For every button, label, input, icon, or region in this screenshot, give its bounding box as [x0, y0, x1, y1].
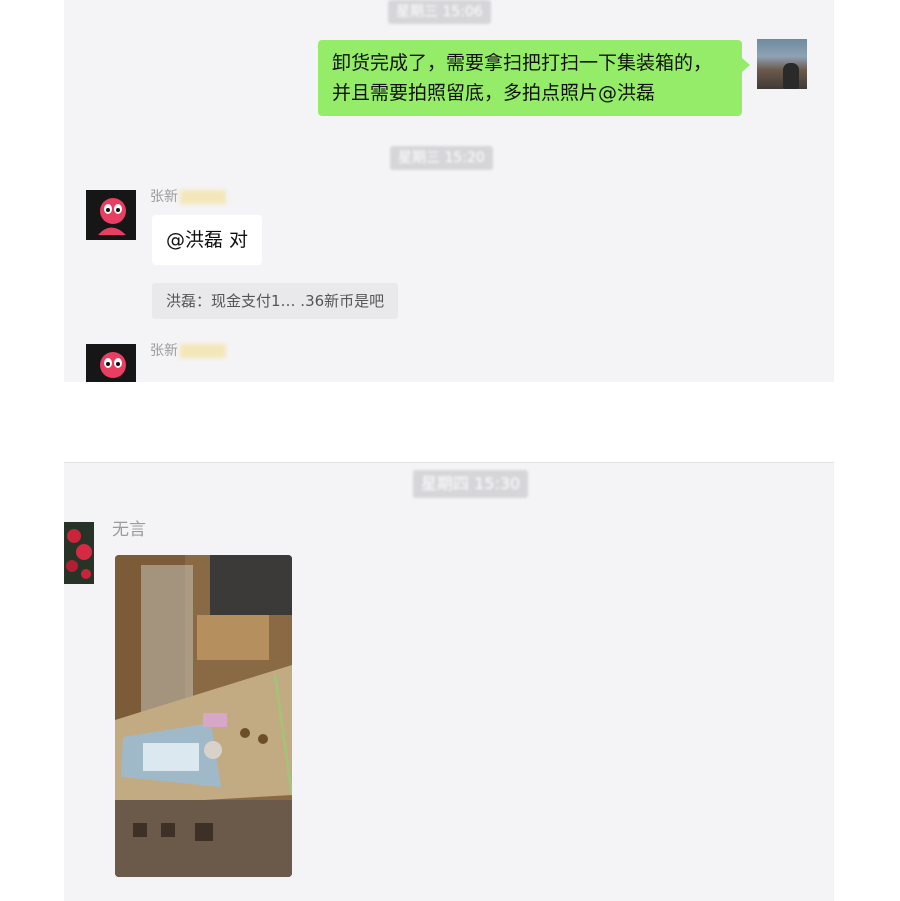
timestamp-2: 星期三 15:20: [390, 146, 493, 170]
cartoon-avatar-icon: [86, 190, 136, 240]
photo-sender-avatar[interactable]: [64, 522, 94, 584]
outgoing-message-bubble[interactable]: 卸货完成了，需要拿扫把打扫一下集装箱的，并且需要拍照留底，多拍点照片@洪磊: [318, 40, 750, 116]
flower-avatar-icon: [64, 522, 94, 584]
reply-message-bubble[interactable]: @洪磊 对: [152, 215, 263, 265]
reply-sender-name: 张新: [150, 186, 226, 206]
second-sender-name: 张新: [150, 340, 226, 360]
photo-sender-name: 无言: [112, 520, 146, 540]
container-photo-image: [115, 555, 292, 877]
contact-avatar-2[interactable]: [86, 344, 136, 382]
reply-sender-text: 张新: [150, 189, 178, 205]
timestamp-1: 星期三 15:06: [388, 0, 491, 24]
second-sender-text: 张新: [150, 343, 178, 359]
person-silhouette: [783, 63, 799, 89]
quoted-message[interactable]: 洪磊：现金支付1… .36新币是吧: [152, 283, 399, 319]
shared-photo[interactable]: [115, 555, 292, 877]
my-avatar[interactable]: [757, 39, 807, 89]
redacted-name: [180, 344, 226, 358]
timestamp-3: 星期四 15:30: [413, 470, 529, 498]
contact-avatar[interactable]: [86, 190, 136, 240]
redacted-name: [180, 190, 226, 204]
cartoon-avatar-icon: [86, 344, 136, 382]
